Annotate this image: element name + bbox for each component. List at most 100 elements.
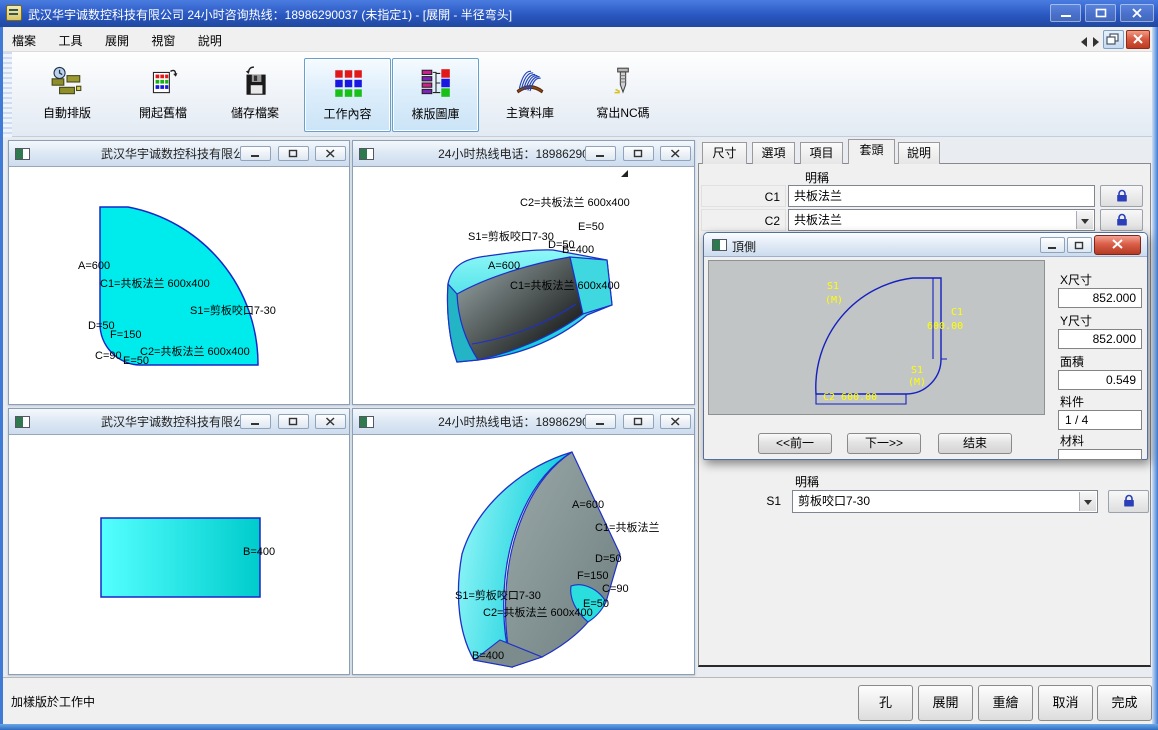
fittings-header: 明稱 bbox=[805, 169, 829, 186]
unfold-button[interactable]: 展開 bbox=[918, 685, 973, 721]
next-button[interactable]: 下一>> bbox=[847, 433, 921, 454]
dim-label: F=150 bbox=[577, 570, 609, 582]
child-minimize-button[interactable] bbox=[240, 414, 271, 429]
restore-icon bbox=[633, 417, 644, 426]
dim-label: C1=共板法兰 bbox=[595, 519, 660, 535]
menu-file[interactable]: 檔案 bbox=[3, 27, 45, 53]
window-frame-left bbox=[0, 27, 3, 724]
child-window-bottom-right: 24小时热线电话：18986290037 bbox=[352, 408, 695, 675]
complete-button[interactable]: 完成 bbox=[1097, 685, 1152, 721]
dialog-restore-button[interactable] bbox=[1067, 237, 1092, 253]
toolbar-work-content[interactable]: 工作內容 bbox=[304, 58, 391, 132]
tab-dimensions[interactable]: 尺寸 bbox=[702, 142, 747, 164]
restore-icon bbox=[1074, 241, 1085, 250]
toolbar-gripper[interactable] bbox=[3, 52, 12, 137]
redraw-button[interactable]: 重繪 bbox=[978, 685, 1033, 721]
fitting-value-c1[interactable]: 共板法兰 bbox=[788, 185, 1095, 207]
menu-window[interactable]: 視窗 bbox=[142, 27, 184, 53]
close-icon bbox=[1111, 239, 1124, 250]
title-bar: 武汉华宇诚数控科技有限公司 24小时咨询热线：18986290037 (未指定1… bbox=[0, 0, 1158, 27]
window-title: 武汉华宇诚数控科技有限公司 24小时咨询热线：18986290037 (未指定1… bbox=[28, 6, 512, 23]
chevron-down-icon[interactable] bbox=[1076, 211, 1093, 229]
menu-bar: 檔案 工具 展開 視窗 說明 bbox=[3, 27, 1152, 52]
menu-tools[interactable]: 工具 bbox=[49, 27, 91, 53]
child-restore-button[interactable] bbox=[623, 146, 654, 161]
child-title-bar[interactable]: 24小时热线电话：18986290037 bbox=[353, 141, 694, 167]
toolbar-save-file[interactable]: 儲存檔案 bbox=[211, 58, 299, 132]
dialog-title-bar[interactable]: 頂側 bbox=[704, 233, 1147, 257]
tab-connections[interactable]: 套頭 bbox=[848, 139, 895, 164]
seams-header: 明稱 bbox=[795, 473, 819, 490]
status-message: 加樣版於工作中 bbox=[11, 693, 95, 710]
menu-unfold[interactable]: 展開 bbox=[96, 27, 138, 53]
child-close-button[interactable] bbox=[315, 414, 346, 429]
minimize-button[interactable] bbox=[1050, 4, 1081, 22]
mdi-next-icon[interactable] bbox=[1093, 37, 1099, 47]
mdi-restore-button[interactable] bbox=[1103, 30, 1124, 49]
toolbar-write-nc[interactable]: 寫出NC碼 bbox=[579, 58, 667, 132]
iso-view-2[interactable]: A=600 C1=共板法兰 D=50 F=150 C=90 S1=剪板咬口7-3… bbox=[354, 436, 693, 673]
close-button[interactable] bbox=[1120, 4, 1154, 22]
seam-value-s1[interactable]: 剪板咬口7-30 bbox=[792, 490, 1098, 513]
dim-label: C=90 bbox=[602, 583, 629, 595]
child-title-bar[interactable]: 24小时热线电话：18986290037 bbox=[353, 409, 694, 435]
minimize-icon bbox=[250, 149, 261, 158]
iso-view-1[interactable]: C2=共板法兰 600x400 S1=剪板咬口7-30 E=50 D=50 B=… bbox=[354, 168, 693, 403]
duct-side-view[interactable]: B=400 bbox=[10, 436, 348, 673]
chevron-down-icon[interactable] bbox=[1079, 492, 1096, 511]
child-restore-button[interactable] bbox=[623, 414, 654, 429]
lock-button-c1[interactable] bbox=[1100, 185, 1143, 207]
maximize-button[interactable] bbox=[1085, 4, 1116, 22]
child-title-bar[interactable]: 武汉华宇诚数控科技有限公司 bbox=[9, 141, 349, 167]
dim-label: C=90 bbox=[95, 350, 122, 362]
child-minimize-button[interactable] bbox=[240, 146, 271, 161]
drawing-icon bbox=[359, 416, 374, 428]
flat-pattern-view[interactable]: A=600 C1=共板法兰 600x400 S1=剪板咬口7-30 D=50 F… bbox=[10, 168, 348, 403]
child-restore-button[interactable] bbox=[278, 146, 309, 161]
duct-rectangle-drawing bbox=[10, 436, 348, 673]
pattern-preview-canvas[interactable]: S1 (M) C1 600.00 S1 (M) C2 600.00 bbox=[708, 260, 1045, 415]
hole-button[interactable]: 孔 bbox=[858, 685, 913, 721]
tab-items[interactable]: 項目 bbox=[800, 142, 843, 164]
minimize-icon bbox=[250, 417, 261, 426]
mdi-close-icon bbox=[1132, 34, 1144, 45]
tab-notes[interactable]: 說明 bbox=[898, 142, 940, 164]
dialog-close-button[interactable] bbox=[1094, 235, 1141, 255]
dialog-minimize-button[interactable] bbox=[1040, 237, 1065, 253]
fitting-value-c2[interactable]: 共板法兰 bbox=[788, 209, 1095, 231]
toolbar-label: 開起舊檔 bbox=[139, 106, 187, 120]
write-nc-icon bbox=[606, 65, 640, 99]
mdi-prev-icon[interactable] bbox=[1081, 37, 1087, 47]
child-title-bar[interactable]: 武汉华宇诚数控科技有限公司 bbox=[9, 409, 349, 435]
finish-button[interactable]: 结束 bbox=[938, 433, 1012, 454]
child-minimize-button[interactable] bbox=[585, 414, 616, 429]
child-close-button[interactable] bbox=[660, 414, 691, 429]
window-frame-bottom bbox=[0, 724, 1158, 730]
toolbar-template-library[interactable]: 樣版圖庫 bbox=[392, 58, 479, 132]
child-close-button[interactable] bbox=[315, 146, 346, 161]
toolbar-open-file[interactable]: 開起舊檔 bbox=[119, 58, 207, 132]
previous-button[interactable]: <<前一 bbox=[758, 433, 832, 454]
area-value: 0.549 bbox=[1058, 370, 1142, 390]
child-minimize-button[interactable] bbox=[585, 146, 616, 161]
toolbar-auto-nest[interactable]: 自動排版 bbox=[23, 58, 111, 132]
tab-options[interactable]: 選項 bbox=[752, 142, 795, 164]
lock-button-s1[interactable] bbox=[1108, 490, 1149, 513]
child-restore-button[interactable] bbox=[278, 414, 309, 429]
toolbar-label: 樣版圖庫 bbox=[411, 107, 459, 121]
toolbar-overflow-icon[interactable] bbox=[621, 170, 628, 177]
application-window: 武汉华宇诚数控科技有限公司 24小时咨询热线：18986290037 (未指定1… bbox=[0, 0, 1158, 730]
toolbar-master-database[interactable]: 主資料庫 bbox=[486, 58, 574, 132]
maximize-icon bbox=[1095, 8, 1107, 18]
close-icon bbox=[670, 149, 681, 158]
cancel-button[interactable]: 取消 bbox=[1038, 685, 1093, 721]
fitting-value-c2-text: 共板法兰 bbox=[794, 213, 842, 227]
menu-help[interactable]: 說明 bbox=[189, 27, 231, 53]
child-window-top-right: 24小时热线电话：18986290037 bbox=[352, 140, 695, 405]
lock-button-c2[interactable] bbox=[1100, 209, 1143, 231]
dim-label: S1=剪板咬口7-30 bbox=[455, 587, 541, 603]
child-close-button[interactable] bbox=[660, 146, 691, 161]
mdi-close-button[interactable] bbox=[1126, 30, 1150, 49]
minimize-icon bbox=[595, 417, 606, 426]
seam-key-s1: S1 bbox=[700, 490, 786, 513]
